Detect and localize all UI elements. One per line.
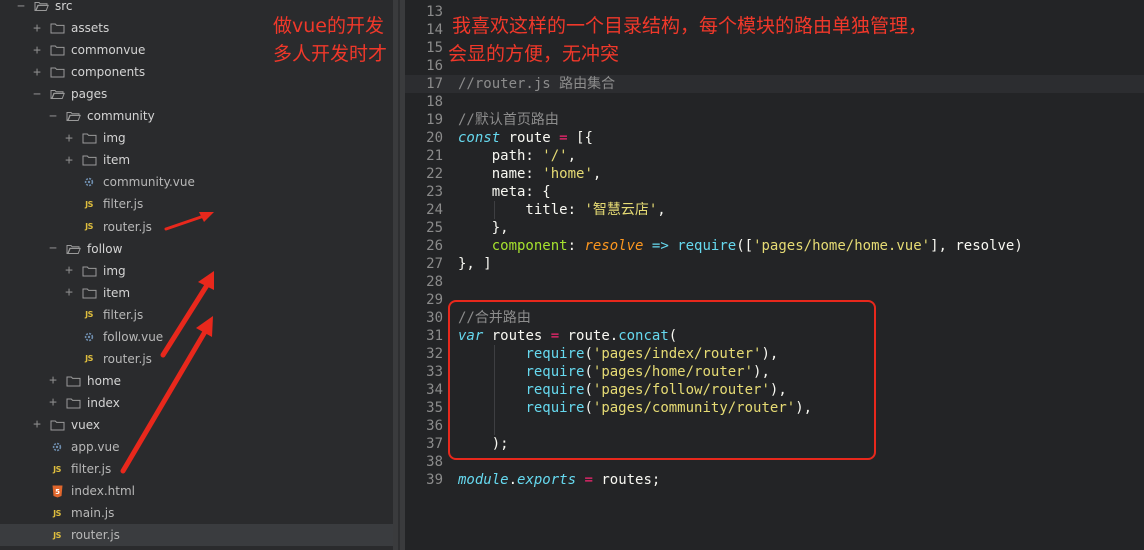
annotation-arrow-1	[164, 212, 214, 231]
annotation-arrows	[120, 212, 214, 474]
annotation-arrow-2	[160, 271, 214, 358]
annotation-arrow-3	[120, 316, 213, 474]
